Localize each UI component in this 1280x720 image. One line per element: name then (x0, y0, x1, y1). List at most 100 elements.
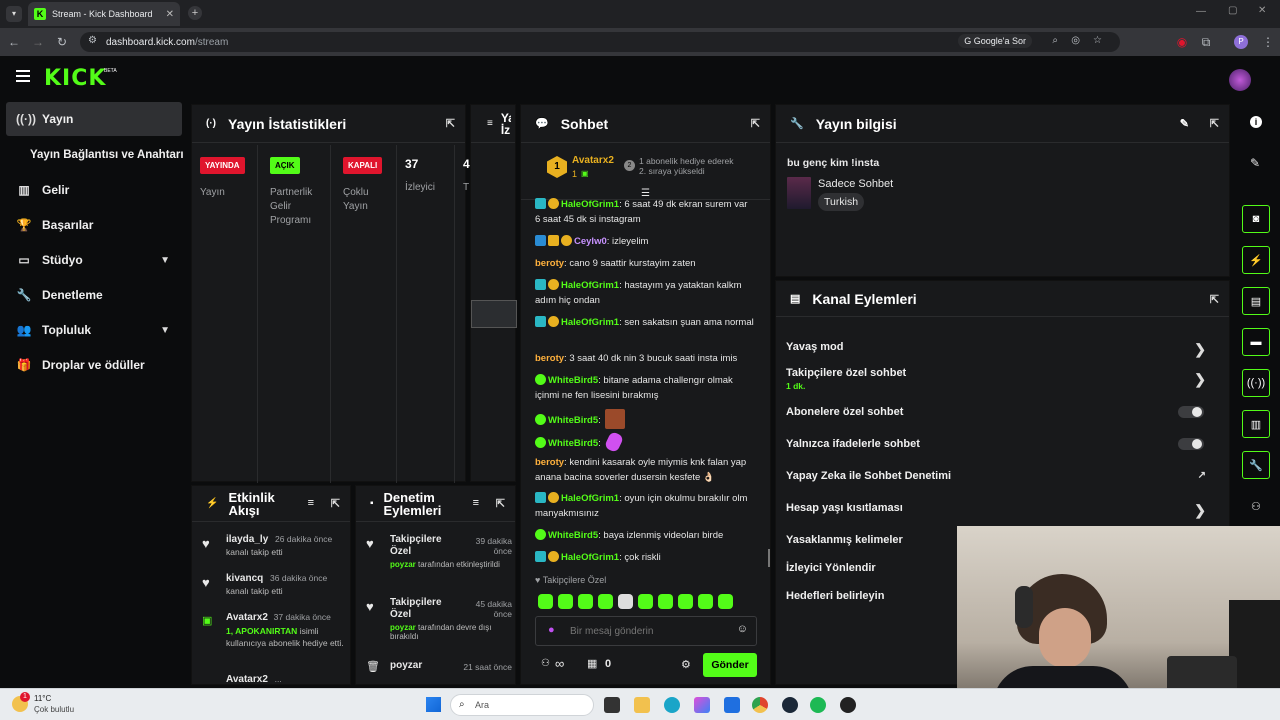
emoji-icon[interactable]: ☺ (737, 623, 748, 635)
followers-only-row[interactable]: Takipçilere özel sohbet 1 dk. ❯ (786, 367, 1216, 391)
popout-icon[interactable]: ⇱ (1210, 117, 1219, 130)
emote-icon[interactable] (578, 594, 593, 609)
obs-icon[interactable] (840, 697, 856, 713)
filter-icon[interactable]: ≡ (308, 497, 314, 510)
store-icon[interactable]: ▦ (587, 657, 597, 670)
action-label: Yalnızca ifadelerle sohbet (786, 438, 920, 450)
layout-tool-icon[interactable]: ▥ (1242, 410, 1270, 438)
edge-icon[interactable] (664, 697, 680, 713)
browser-menu-icon[interactable]: ⋮ (1258, 28, 1278, 56)
slow-mode-row[interactable]: Yavaş mod ❯ (786, 341, 1216, 357)
chat-input[interactable] (570, 623, 730, 639)
extension-icon[interactable]: ◉ (1172, 28, 1192, 56)
emote-icon[interactable] (638, 594, 653, 609)
back-icon[interactable]: ← (4, 28, 24, 56)
emote-icon[interactable] (558, 594, 573, 609)
start-button[interactable] (426, 697, 441, 712)
chat-header: 💬 Sohbet ⇱ (521, 105, 770, 143)
popout-icon[interactable]: ⇱ (1210, 293, 1219, 306)
maximize-button[interactable]: ▢ (1228, 5, 1237, 16)
broadcast-tool-icon[interactable]: ((·)) (1242, 369, 1270, 397)
close-window-button[interactable]: ✕ (1258, 5, 1266, 16)
users-icon[interactable]: ⚇ (541, 658, 550, 669)
emote-icon[interactable] (658, 594, 673, 609)
eye-off-icon[interactable]: ◎ (1071, 35, 1080, 46)
preview-title: Ya İz (500, 111, 511, 136)
emote-icon[interactable] (678, 594, 693, 609)
chat-username: beroty (535, 258, 565, 269)
browser-tab[interactable]: K Stream - Kick Dashboard ✕ (28, 2, 180, 26)
profile-avatar[interactable]: P (1234, 35, 1248, 49)
settings-gear-icon[interactable]: ⚙ (681, 658, 691, 671)
filter-icon[interactable]: ≡ (473, 497, 479, 510)
sidebar-item-topluluk[interactable]: 👥 Topluluk ▼ (6, 313, 182, 347)
zoom-icon[interactable]: ⌕ (1052, 35, 1058, 46)
tab-title: Stream - Kick Dashboard (52, 9, 153, 19)
task-view-icon[interactable] (604, 697, 620, 713)
emote-icon[interactable] (598, 594, 613, 609)
site-info-icon[interactable]: ⚙ (88, 35, 97, 46)
activity-highlight: 1, APOKANIRTAN (226, 626, 298, 636)
file-explorer-icon[interactable] (634, 697, 650, 713)
sidebar-item-yayin-baglantisi[interactable]: Yayın Bağlantısı ve Anahtarı (6, 138, 190, 172)
copilot-icon[interactable] (694, 697, 710, 713)
sidebar-item-gelir[interactable]: ▥ Gelir (6, 173, 182, 207)
reload-icon[interactable]: ↻ (52, 28, 72, 56)
emotes-only-toggle[interactable] (1178, 438, 1204, 450)
minimize-button[interactable]: — (1196, 6, 1206, 17)
tab-menu-button[interactable]: ▾ (6, 6, 22, 22)
chat-scrollbar[interactable] (768, 549, 770, 567)
channel-actions-title: Kanal Eylemleri (812, 290, 917, 307)
subscribers-only-toggle[interactable] (1178, 406, 1204, 418)
info-icon[interactable]: i (1250, 116, 1262, 128)
sidebar-item-droplar[interactable]: 🎁 Droplar ve ödüller (6, 348, 182, 382)
popout-icon[interactable]: ⇱ (331, 498, 340, 511)
taskbar-search[interactable]: ⌕ Ara (450, 694, 594, 716)
spotify-icon[interactable] (810, 697, 826, 713)
extensions-puzzle-icon[interactable]: ⧉ (1196, 28, 1216, 56)
sidebar-item-studyo[interactable]: ▭ Stüdyo ▼ (6, 243, 182, 277)
popout-icon[interactable]: ⇱ (446, 117, 455, 130)
sidebar-item-basarilar[interactable]: 🏆 Başarılar (6, 208, 182, 242)
account-age-row[interactable]: Hesap yaşı kısıtlaması ❯ (786, 502, 1216, 518)
microphone-icon[interactable]: ● (548, 624, 555, 636)
kick-logo[interactable]: KICK (44, 66, 106, 91)
emote-icon[interactable] (538, 594, 553, 609)
emote-icon[interactable] (698, 594, 713, 609)
hamburger-menu-icon[interactable] (16, 70, 30, 82)
camera-tool-icon[interactable]: ◙ (1242, 205, 1270, 233)
bookmark-star-icon[interactable]: ☆ (1093, 35, 1102, 46)
new-tab-button[interactable]: + (188, 6, 202, 20)
edit-pencil-icon[interactable]: ✎ (1180, 117, 1189, 130)
chevron-right-icon: ❯ (1194, 341, 1206, 357)
lightning-tool-icon[interactable]: ⚡ (1242, 246, 1270, 274)
moderation-header: ▪ Denetim Eylemleri ≡ ⇱ (356, 486, 515, 522)
close-tab-icon[interactable]: ✕ (166, 9, 174, 20)
stream-preview[interactable] (471, 300, 517, 328)
ai-moderation-row[interactable]: Yapay Zeka ile Sohbet Denetimi ↗ (786, 470, 1216, 482)
forward-icon[interactable]: → (28, 28, 48, 56)
heart-icon: ♥ (535, 575, 541, 585)
store-icon[interactable] (724, 697, 740, 713)
chat-tool-icon[interactable]: ▬ (1242, 328, 1270, 356)
sidebar-item-yayin[interactable]: ((·)) Yayın (6, 102, 182, 136)
wrench-tool-icon[interactable]: 🔧 (1242, 451, 1270, 479)
document-tool-icon[interactable]: ▤ (1242, 287, 1270, 315)
send-button[interactable]: Gönder (703, 653, 757, 677)
emote-icon[interactable] (718, 594, 733, 609)
stat-label: Çoklu Yayın (343, 187, 369, 212)
category-name[interactable]: Sadece Sohbet (818, 178, 893, 190)
live-badge: YAYINDA (200, 157, 245, 174)
ask-google-button[interactable]: G Google'a Sor (958, 34, 1032, 48)
sidebar-item-denetleme[interactable]: 🔧 Denetleme (6, 278, 182, 312)
popout-icon[interactable]: ⇱ (496, 498, 505, 511)
steam-icon[interactable] (782, 697, 798, 713)
chat-input-box[interactable]: ● ☺ (535, 616, 757, 646)
popout-icon[interactable]: ⇱ (751, 117, 760, 130)
more-tools-icon[interactable]: ⚇ (1251, 500, 1261, 513)
emote-icon[interactable] (618, 594, 633, 609)
chrome-icon[interactable] (752, 697, 768, 713)
user-avatar[interactable] (1229, 69, 1251, 91)
edit-pencil-icon[interactable]: ✎ (1250, 156, 1260, 170)
url-field[interactable]: ⚙ dashboard.kick.com/stream G Google'a S… (80, 32, 1120, 52)
